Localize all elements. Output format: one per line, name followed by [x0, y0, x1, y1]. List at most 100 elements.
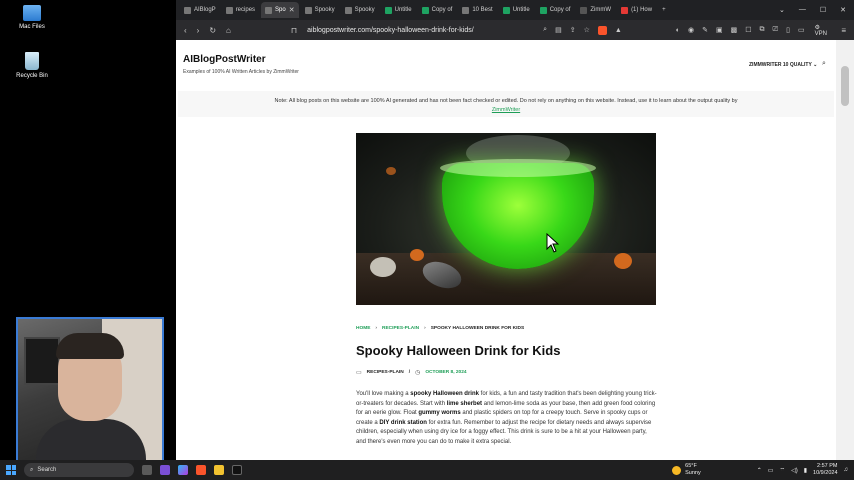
extension-icon[interactable]: ⧉	[760, 26, 765, 34]
tab-copy-of-1[interactable]: Copy of	[418, 2, 457, 18]
zoom-icon[interactable]: ⌕	[543, 26, 547, 34]
brave-shields-icon[interactable]	[597, 25, 607, 35]
post-category[interactable]: RECIPES-PLAIN	[367, 370, 404, 375]
tab-recipes[interactable]: recipes	[222, 2, 259, 18]
battery-icon[interactable]: ▮	[804, 467, 807, 474]
close-icon[interactable]: ✕	[289, 6, 295, 14]
extension-icon[interactable]: ▣	[716, 26, 723, 34]
clock[interactable]: 2:57 PM 10/9/2024	[813, 463, 837, 477]
menu-icon[interactable]: ≡	[841, 26, 846, 35]
tab-list-icon[interactable]: ⌄	[779, 6, 785, 14]
tab-untitled-2[interactable]: Untitle	[499, 2, 534, 18]
extension-icon[interactable]: ◐	[676, 27, 680, 34]
share-icon[interactable]: ⇪	[570, 26, 576, 34]
new-tab-button[interactable]: +	[658, 2, 670, 18]
maximize-icon[interactable]: ☐	[820, 6, 826, 14]
vpn-button[interactable]: ⚙ VPN	[815, 24, 832, 37]
chevron-right-icon: ›	[375, 326, 378, 331]
reload-icon[interactable]: ↻	[209, 26, 216, 35]
task-view-icon[interactable]	[142, 465, 152, 475]
tab-label: AIBlogP	[194, 7, 216, 13]
page-icon	[265, 6, 273, 14]
post-date: OCTOBER 8, 2024	[425, 370, 467, 375]
tab-untitled-1[interactable]: Untitle	[381, 2, 416, 18]
desktop-icon-recycle-bin[interactable]: Recycle Bin	[2, 52, 62, 79]
nav-item-zimmwriter-quality[interactable]: ZIMMWRITER 10 QUALITY ⌄	[749, 62, 817, 68]
page-icon	[225, 6, 233, 14]
tab-zimmwriter[interactable]: ZimmW	[576, 2, 615, 18]
network-icon[interactable]: ⌔	[779, 466, 785, 474]
body-bold: gummy worms	[418, 410, 461, 417]
bookmark-icon[interactable]: ⊓	[291, 26, 297, 35]
body-text: You'll love making a	[356, 391, 411, 397]
tab-label: Spooky	[314, 7, 335, 13]
notice-link-zimmwriter[interactable]: ZimmWriter	[492, 107, 520, 113]
brave-rewards-icon[interactable]: ▲	[615, 27, 622, 34]
copilot-icon[interactable]	[178, 465, 188, 475]
brave-taskbar-icon[interactable]	[196, 465, 206, 475]
clock-date: 10/9/2024	[813, 470, 838, 476]
extension-icon[interactable]: ⎚	[773, 26, 779, 34]
tab-label: 10 Best	[472, 7, 493, 13]
tab-youtube[interactable]: (1) How	[617, 2, 656, 18]
tab-label: Spooky	[354, 7, 375, 13]
system-tray: ⌃ ▭ ⌔ ◁) ▮ 2:57 PM 10/9/2024 ♫	[757, 463, 848, 477]
extension-icon[interactable]: ☐	[745, 26, 751, 34]
display-icon[interactable]: ▭	[768, 467, 774, 474]
forward-icon[interactable]: ›	[197, 26, 200, 35]
tab-spooky-3[interactable]: Spooky	[341, 2, 379, 18]
back-icon[interactable]: ‹	[184, 26, 187, 35]
taskbar-search[interactable]: ⌕ Search	[24, 463, 134, 477]
weather-widget[interactable]: 65°F Sunny	[672, 463, 701, 477]
breadcrumb-home[interactable]: HOME	[356, 326, 370, 331]
breadcrumb-category[interactable]: RECIPES-PLAIN	[382, 326, 419, 331]
minimize-icon[interactable]: —	[799, 6, 806, 14]
desktop-icon-mac-files[interactable]: Mac Files	[2, 5, 62, 30]
window-controls: ⌄ — ☐ ✕	[779, 6, 854, 14]
tab-active-spooky[interactable]: Spo ✕	[261, 2, 299, 18]
scrollbar-thumb[interactable]	[841, 66, 849, 106]
teams-icon[interactable]	[160, 465, 170, 475]
notification-bell-icon[interactable]: ♫	[844, 467, 849, 473]
search-icon[interactable]: ⌕	[822, 60, 826, 68]
extension-icon[interactable]: ✎	[702, 26, 708, 34]
bookmark-add-icon[interactable]: ☆	[584, 26, 590, 34]
close-window-icon[interactable]: ✕	[840, 6, 846, 14]
tab-aiblog[interactable]: AIBlogP	[180, 2, 220, 18]
file-explorer-icon[interactable]	[214, 465, 224, 475]
site-title[interactable]: AIBlogPostWriter	[183, 54, 299, 65]
clock-time: 2:57 PM	[817, 463, 838, 469]
tab-label: Copy of	[549, 7, 571, 13]
page-icon	[344, 6, 352, 14]
home-icon[interactable]: ⌂	[226, 26, 231, 35]
page-scrollbar[interactable]	[836, 40, 854, 460]
site-tagline: Examples of 100% AI Written Articles by …	[183, 69, 299, 75]
app-taskbar-icon[interactable]	[232, 465, 242, 475]
tab-10-best[interactable]: 10 Best	[458, 2, 496, 18]
tab-spooky-2[interactable]: Spooky	[301, 2, 339, 18]
sun-icon	[672, 465, 682, 475]
sheets-icon	[421, 6, 429, 14]
post-title: Spooky Halloween Drink for Kids	[356, 343, 561, 358]
nav-label: ZIMMWRITER 10 QUALITY	[749, 62, 812, 68]
tab-copy-of-2[interactable]: Copy of	[536, 2, 575, 18]
extension-icon[interactable]: ◉	[688, 26, 694, 34]
tab-bar: AIBlogP recipes Spo ✕ Spooky Spooky Untit…	[176, 0, 854, 20]
extension-icon[interactable]: ▩	[731, 26, 738, 34]
web-page: AIBlogPostWriter Examples of 100% AI Wri…	[176, 40, 836, 460]
volume-icon[interactable]: ◁)	[791, 467, 798, 474]
sheets-icon	[502, 6, 510, 14]
webcam-overlay	[16, 317, 164, 463]
address-bar[interactable]: aiblogpostwriter.com/spooky-halloween-dr…	[307, 23, 533, 37]
wallet-icon[interactable]: ▭	[798, 26, 805, 34]
meta-separator: /	[408, 370, 411, 375]
folder-icon: ▭	[356, 370, 362, 376]
reader-icon[interactable]: ▤	[555, 26, 562, 34]
sidebar-icon[interactable]: ▯	[786, 26, 790, 34]
body-bold: lime sherbet	[446, 400, 483, 407]
chevron-up-icon[interactable]: ⌃	[757, 467, 762, 474]
start-button[interactable]	[6, 465, 16, 475]
chevron-down-icon: ⌄	[813, 62, 818, 68]
clock-icon: ◷	[415, 370, 421, 376]
youtube-icon	[621, 6, 629, 14]
